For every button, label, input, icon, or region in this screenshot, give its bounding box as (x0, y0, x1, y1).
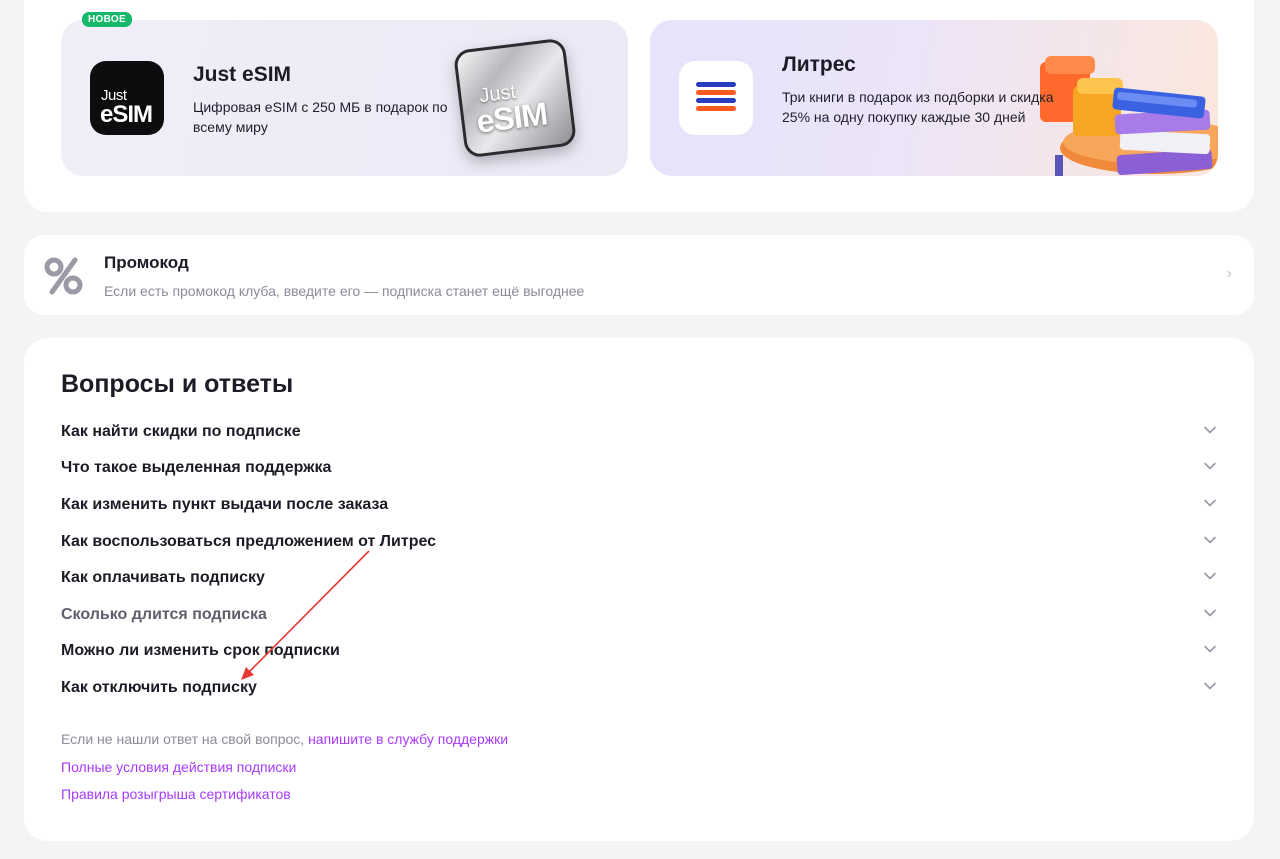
litres-logo-icon (679, 61, 753, 135)
faq-question: Как найти скидки по подписке (61, 423, 301, 440)
esim-card-description: Цифровая eSIM с 250 МБ в подарок по всем… (193, 99, 448, 135)
promo-code-row[interactable]: Промокод Если есть промокод клуба, введи… (24, 235, 1254, 315)
litres-offer-card[interactable]: Литрес Три книги в подарок из подборки и… (650, 20, 1218, 176)
faq-item[interactable]: Как отключить подписку (61, 675, 1217, 705)
chevron-down-icon (1204, 462, 1216, 470)
faq-question: Как изменить пункт выдачи после заказа (61, 496, 389, 513)
chevron-down-icon (1204, 499, 1216, 507)
faq-title: Вопросы и ответы (61, 370, 294, 398)
faq-question: Что такое выделенная поддержка (61, 459, 332, 476)
chevron-down-icon (1204, 645, 1216, 653)
faq-item[interactable]: Можно ли изменить срок подписки (61, 638, 1217, 668)
chevron-down-icon (1204, 682, 1216, 690)
chevron-down-icon (1204, 572, 1216, 580)
terms-link[interactable]: Полные условия действия подписки (61, 759, 296, 775)
faq-item[interactable]: Сколько длится подписка (61, 602, 1217, 632)
faq-question: Как оплачивать подписку (61, 569, 265, 586)
faq-footer-prefix: Если не нашли ответ на свой вопрос, (61, 731, 309, 747)
esim-card-title: Just eSIM (193, 63, 292, 86)
partners-panel: Just eSIM Just eSIM Цифровая eSIM с 250 … (24, 0, 1254, 212)
promo-description: Если есть промокод клуба, введите его — … (104, 283, 585, 299)
faq-item[interactable]: Что такое выделенная поддержка (61, 455, 1217, 485)
chevron-right-icon: › (1226, 265, 1232, 282)
esim-chip-line2: eSIM (474, 95, 549, 140)
esim-offer-card[interactable]: Just eSIM Just eSIM Цифровая eSIM с 250 … (61, 20, 628, 176)
faq-footer-text: Если не нашли ответ на свой вопрос, напи… (61, 731, 508, 747)
faq-item[interactable]: Как изменить пункт выдачи после заказа (61, 492, 1217, 522)
faq-item[interactable]: Как воспользоваться предложением от Литр… (61, 529, 1217, 559)
chevron-down-icon (1204, 536, 1216, 544)
promo-title: Промокод (104, 253, 189, 272)
faq-question: Сколько длится подписка (61, 606, 267, 623)
chevron-down-icon (1204, 609, 1216, 617)
percent-icon (44, 257, 83, 295)
faq-question: Как отключить подписку (61, 679, 257, 696)
chevron-down-icon (1204, 426, 1216, 434)
just-esim-logo-icon: Just eSIM (90, 61, 164, 135)
new-badge: НОВОЕ (82, 12, 132, 27)
rules-link[interactable]: Правила розыгрыша сертификатов (61, 786, 291, 802)
esim-chip-illustration: Just eSIM (452, 37, 578, 159)
faq-item[interactable]: Как найти скидки по подписке (61, 419, 1217, 449)
faq-item[interactable]: Как оплачивать подписку (61, 565, 1217, 595)
litres-card-title: Литрес (782, 53, 856, 76)
faq-question: Можно ли изменить срок подписки (61, 642, 340, 659)
litres-card-description: Три книги в подарок из подборки и скидка… (782, 89, 1054, 125)
faq-question: Как воспользоваться предложением от Литр… (61, 533, 437, 550)
faq-section: Вопросы и ответы Как найти скидки по под… (24, 338, 1254, 841)
support-link[interactable]: напишите в службу поддержки (308, 731, 508, 747)
esim-icon-line2: eSIM (100, 101, 153, 128)
